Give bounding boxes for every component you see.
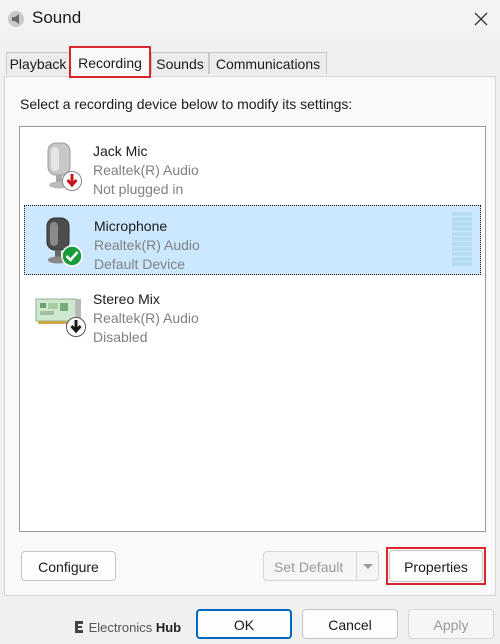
device-status: Not plugged in: [93, 181, 184, 197]
chevron-down-icon: [363, 564, 373, 569]
tab-bar: Playback Recording Sounds Communications: [0, 46, 500, 78]
device-driver: Realtek(R) Audio: [93, 310, 199, 326]
watermark-brand-bold: Hub: [155, 620, 182, 635]
tab-playback[interactable]: Playback: [6, 52, 70, 74]
red-down-arrow-badge: [62, 171, 82, 191]
configure-button[interactable]: Configure: [21, 551, 116, 581]
set-default-dropdown[interactable]: [356, 551, 378, 581]
properties-highlight-box: [386, 547, 486, 585]
device-item-microphone[interactable]: Microphone Realtek(R) Audio Default Devi…: [24, 205, 481, 275]
sound-card-icon: [35, 298, 86, 337]
watermark: Electronics Hub: [73, 620, 181, 635]
device-name: Stereo Mix: [93, 291, 160, 307]
tab-recording[interactable]: Recording: [69, 46, 151, 78]
ok-button[interactable]: OK: [196, 609, 292, 639]
brand-logo-icon: [75, 621, 83, 633]
device-status: Default Device: [94, 256, 186, 272]
device-status: Disabled: [93, 329, 148, 345]
device-driver: Realtek(R) Audio: [94, 237, 200, 253]
apply-button[interactable]: Apply: [408, 609, 494, 639]
microphone-icon: [47, 142, 82, 191]
device-item-stereo-mix[interactable]: Stereo Mix Realtek(R) Audio Disabled: [24, 279, 481, 349]
device-list[interactable]: Jack Mic Realtek(R) Audio Not plugged in…: [19, 126, 486, 532]
green-check-badge: [61, 245, 83, 267]
microphone-icon: [46, 217, 83, 267]
instructions-text: Select a recording device below to modif…: [20, 96, 353, 112]
watermark-brand: Electronics: [88, 620, 153, 635]
device-driver: Realtek(R) Audio: [93, 162, 199, 178]
speaker-icon: [8, 11, 24, 27]
device-item-jack-mic[interactable]: Jack Mic Realtek(R) Audio Not plugged in: [24, 131, 481, 201]
cancel-button[interactable]: Cancel: [302, 609, 398, 639]
window-title: Sound: [32, 8, 82, 27]
close-icon[interactable]: [466, 4, 496, 34]
title-bar: Sound: [0, 0, 500, 38]
device-name: Microphone: [94, 218, 168, 234]
level-meter-icon: [452, 212, 472, 266]
black-down-arrow-badge: [66, 317, 86, 337]
tab-communications[interactable]: Communications: [209, 52, 327, 74]
device-name: Jack Mic: [93, 143, 148, 159]
tab-sounds[interactable]: Sounds: [151, 52, 209, 74]
